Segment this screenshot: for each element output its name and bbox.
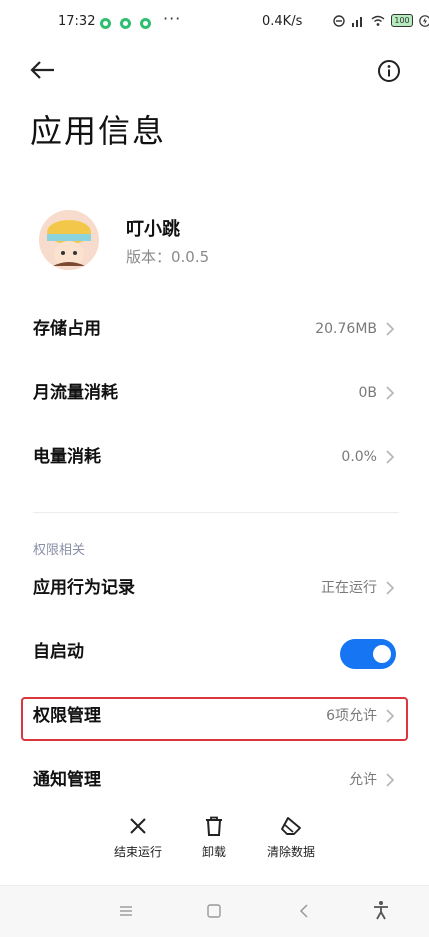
system-nav-bar <box>0 885 429 937</box>
notification-manage-value: 允许 <box>349 772 377 788</box>
app-name: 叮小跳 <box>126 219 180 240</box>
close-icon <box>130 818 146 834</box>
notification-app-icon <box>120 18 131 29</box>
trash-icon <box>206 816 222 836</box>
force-stop-button[interactable]: 结束运行 <box>98 815 178 860</box>
permission-manage-value: 6项允许 <box>326 708 377 724</box>
clear-data-button[interactable]: 清除数据 <box>251 815 331 860</box>
chevron-right-icon <box>386 450 395 464</box>
charging-icon <box>419 14 429 27</box>
accessibility-icon[interactable] <box>372 900 390 920</box>
dnd-icon <box>333 14 345 27</box>
permission-manage-label: 权限管理 <box>33 706 101 726</box>
notification-app-icon <box>140 18 151 29</box>
behavior-record-value: 正在运行 <box>321 580 377 596</box>
uninstall-button[interactable]: 卸载 <box>174 815 254 860</box>
eraser-icon <box>281 817 301 835</box>
traffic-label: 月流量消耗 <box>33 383 118 403</box>
chevron-right-icon <box>386 773 395 787</box>
storage-label: 存储占用 <box>33 319 101 339</box>
traffic-value: 0B <box>358 385 377 401</box>
force-stop-label: 结束运行 <box>113 845 162 859</box>
power-row[interactable]: 电量消耗 0.0% <box>0 425 429 489</box>
app-icon <box>39 210 99 270</box>
storage-value: 20.76MB <box>315 321 377 337</box>
uninstall-label: 卸载 <box>201 845 226 859</box>
notification-manage-row[interactable]: 通知管理 允许 <box>0 748 429 812</box>
power-value: 0.0% <box>341 449 377 465</box>
page-title: 应用信息 <box>30 112 167 150</box>
chevron-right-icon <box>386 581 395 595</box>
clear-data-label: 清除数据 <box>266 845 315 859</box>
arrow-left-icon <box>30 61 54 79</box>
network-speed: 0.4K/s <box>262 14 303 29</box>
behavior-record-row[interactable]: 应用行为记录 正在运行 <box>0 556 429 620</box>
notification-manage-label: 通知管理 <box>33 770 101 790</box>
info-icon <box>378 60 400 82</box>
autostart-label: 自启动 <box>33 642 84 662</box>
app-version: 版本：0.0.5 <box>126 248 210 266</box>
wifi-icon <box>371 15 385 26</box>
home-icon[interactable] <box>206 903 222 919</box>
notification-app-icon <box>100 18 111 29</box>
menu-icon[interactable] <box>118 904 134 918</box>
divider <box>33 512 399 513</box>
autostart-toggle[interactable] <box>340 639 396 669</box>
chevron-right-icon <box>386 386 395 400</box>
info-button[interactable] <box>374 56 404 86</box>
back-button[interactable] <box>26 55 58 87</box>
permission-manage-row[interactable]: 权限管理 6项允许 <box>0 684 429 748</box>
chevron-right-icon <box>386 709 395 723</box>
storage-row[interactable]: 存储占用 20.76MB <box>0 297 429 361</box>
status-icons: 100 <box>333 14 429 27</box>
battery-icon: 100 <box>391 14 413 27</box>
app-icon-image <box>39 210 99 270</box>
back-nav-icon[interactable] <box>297 903 311 919</box>
power-label: 电量消耗 <box>33 447 101 467</box>
traffic-row[interactable]: 月流量消耗 0B <box>0 361 429 425</box>
behavior-record-label: 应用行为记录 <box>33 578 135 598</box>
signal-icon <box>352 16 362 27</box>
status-time: 17:32 <box>58 14 96 29</box>
chevron-right-icon <box>386 322 395 336</box>
autostart-row: 自启动 <box>0 620 429 684</box>
more-notifications-icon: ··· <box>163 9 182 28</box>
